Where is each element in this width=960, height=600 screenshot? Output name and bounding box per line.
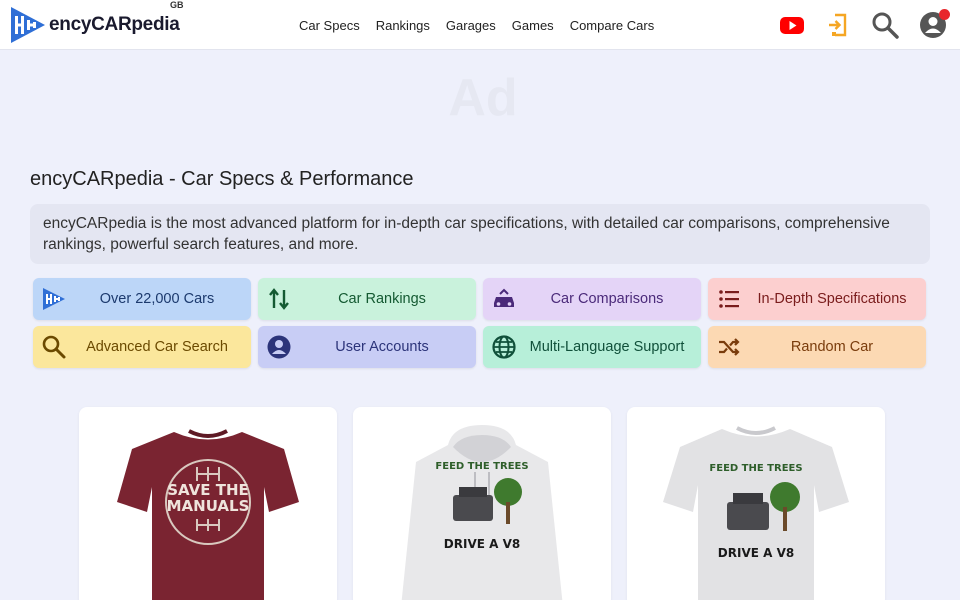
feature-over-22000-cars[interactable]: Over 22,000 Cars <box>33 278 251 320</box>
feature-user-accounts[interactable]: User Accounts <box>258 326 476 368</box>
page-title: encyCARpedia - Car Specs & Performance <box>30 168 414 190</box>
feature-in-depth-specifications[interactable]: In-Depth Specifications <box>708 278 926 320</box>
feature-label: Advanced Car Search <box>86 339 228 355</box>
feature-multi-language-support[interactable]: Multi-Language Support <box>483 326 701 368</box>
feature-label: Multi-Language Support <box>529 339 685 355</box>
site-header: encyCARpedia GB Car Specs Rankings Garag… <box>0 0 960 50</box>
region-badge: GB <box>170 0 184 10</box>
nav-games[interactable]: Games <box>512 18 554 33</box>
feature-label: User Accounts <box>335 339 429 355</box>
user-icon <box>267 335 291 359</box>
product-print-bottom: DRIVE A V8 <box>718 546 794 560</box>
car-compare-icon <box>494 288 514 307</box>
nav-compare-cars[interactable]: Compare Cars <box>570 18 655 33</box>
feature-label: Car Comparisons <box>550 291 664 307</box>
product-card[interactable]: SAVE THE MANUALS <box>79 407 337 600</box>
product-print-bottom: DRIVE A V8 <box>444 537 520 551</box>
tshirt-image: FEED THE TREES DRIVE A V8 <box>663 426 849 600</box>
logo-icon <box>11 7 45 43</box>
tshirt-image: SAVE THE MANUALS <box>117 429 299 600</box>
feature-label: Random Car <box>790 339 874 355</box>
notification-badge <box>939 9 950 20</box>
login-icon[interactable] <box>823 10 853 40</box>
hoodie-image: FEED THE TREES DRIVE A V8 <box>401 425 563 600</box>
feature-advanced-car-search[interactable]: Advanced Car Search <box>33 326 251 368</box>
product-print-top: FEED THE TREES <box>435 461 528 472</box>
feature-car-rankings[interactable]: Car Rankings <box>258 278 476 320</box>
ad-placeholder: Ad <box>448 69 518 127</box>
feature-label: In-Depth Specifications <box>757 291 907 307</box>
feature-random-car[interactable]: Random Car <box>708 326 926 368</box>
list-icon <box>719 290 739 308</box>
nav-garages[interactable]: Garages <box>446 18 496 33</box>
feature-label: Car Rankings <box>338 291 426 307</box>
logo-text: encyCARpedia <box>49 14 180 35</box>
sort-arrows-icon <box>269 288 289 310</box>
intro-text: encyCARpedia is the most advanced platfo… <box>30 204 930 264</box>
product-print-top: FEED THE TREES <box>709 463 802 474</box>
site-logo[interactable]: encyCARpedia <box>9 5 180 45</box>
logo-icon <box>43 288 65 310</box>
globe-icon <box>492 335 516 359</box>
main-nav: Car Specs Rankings Garages Games Compare… <box>299 0 670 50</box>
feature-grid: Over 22,000 Cars Car Rankings Car Compar… <box>33 278 927 368</box>
nav-car-specs[interactable]: Car Specs <box>299 18 360 33</box>
feature-label: Over 22,000 Cars <box>99 291 215 307</box>
feature-car-comparisons[interactable]: Car Comparisons <box>483 278 701 320</box>
shuffle-icon <box>719 338 740 356</box>
search-icon <box>42 335 66 359</box>
product-card[interactable]: FEED THE TREES DRIVE A V8 <box>627 407 885 600</box>
search-icon[interactable] <box>870 10 900 40</box>
youtube-icon[interactable] <box>777 10 807 40</box>
product-card[interactable]: FEED THE TREES DRIVE A V8 <box>353 407 611 600</box>
nav-rankings[interactable]: Rankings <box>376 18 430 33</box>
product-print-bottom: MANUALS <box>167 497 250 515</box>
